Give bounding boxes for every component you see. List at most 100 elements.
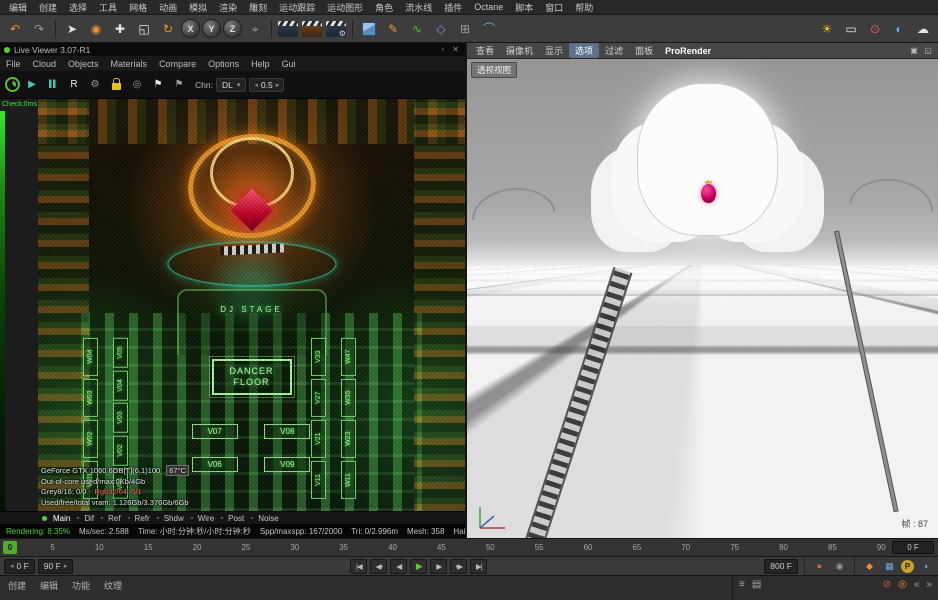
light-icon[interactable]: ☀	[816, 18, 838, 40]
menu-mograph[interactable]: 运动图形	[321, 1, 369, 14]
render-picture-viewer-button[interactable]	[301, 18, 323, 40]
floor-icon[interactable]: ▭	[840, 18, 862, 40]
channel-dropdown[interactable]: DL ▾	[216, 78, 246, 92]
document-end-field[interactable]: 800 F	[764, 559, 798, 574]
play-button[interactable]: ▶	[410, 559, 427, 574]
lv-pin-white-icon[interactable]: ⚑	[149, 76, 167, 94]
material-tab-edit[interactable]: 编辑	[40, 579, 58, 592]
menu-select[interactable]: 选择	[63, 1, 93, 14]
pass-main[interactable]: Main	[52, 514, 71, 523]
minimize-icon[interactable]: ▫	[439, 45, 446, 54]
range-end-field[interactable]: 90 F ▸	[38, 559, 74, 574]
lv-lock-resolution-icon[interactable]	[107, 76, 125, 94]
sample-spinner[interactable]: ◂ 0.5 ▸	[249, 78, 284, 92]
record-keyframe-button[interactable]: ●	[811, 559, 828, 574]
menu-motion-tracker[interactable]: 运动跟踪	[273, 1, 321, 14]
menu-script[interactable]: 脚本	[509, 1, 539, 14]
record-target-icon[interactable]: ◎	[898, 579, 907, 590]
octane-render-view[interactable]: DJ STAGE DANCER FLOOR V07 V08 V06 V09 W0…	[38, 99, 465, 511]
pass-refraction[interactable]: Refr	[122, 514, 151, 523]
panel-menu-icon[interactable]: ≡	[739, 579, 745, 590]
viewport-canvas[interactable]: 透视视图 帧 : 87	[467, 59, 938, 538]
move-tool-icon[interactable]: ✚	[109, 18, 131, 40]
spinner-right-icon[interactable]: ▸	[64, 562, 68, 570]
menu-tools[interactable]: 工具	[93, 1, 123, 14]
material-tab-create[interactable]: 创建	[8, 579, 26, 592]
spinner-left-icon[interactable]: ◂	[10, 562, 14, 570]
menu-render[interactable]: 渲染	[213, 1, 243, 14]
lv-focus-picker-icon[interactable]: ◎	[128, 76, 146, 94]
collapse-left-icon[interactable]: «	[914, 579, 920, 590]
menu-simulate[interactable]: 模拟	[183, 1, 213, 14]
x-axis-lock-button[interactable]: X	[181, 19, 200, 38]
pass-noise[interactable]: Noise	[245, 514, 279, 523]
keyframe-selection-icon[interactable]: ◆	[861, 559, 878, 574]
go-to-end-button[interactable]: ▶|	[470, 559, 487, 574]
previous-frame-button[interactable]: ◀	[390, 559, 407, 574]
vp-menu-panel[interactable]: 面板	[629, 43, 659, 58]
vp-menu-prorender[interactable]: ProRender	[659, 45, 717, 57]
spinner-left-icon[interactable]: ◂	[254, 81, 258, 89]
redo-icon[interactable]: ↷	[28, 18, 50, 40]
vp-menu-display[interactable]: 显示	[539, 43, 569, 58]
vp-menu-filter[interactable]: 过滤	[599, 43, 629, 58]
menu-character[interactable]: 角色	[369, 1, 399, 14]
vp-menu-options[interactable]: 选项	[569, 43, 599, 58]
live-viewer-titlebar[interactable]: Live Viewer 3.07-R1 ▫ ✕	[0, 43, 465, 56]
y-axis-lock-button[interactable]: Y	[202, 19, 221, 38]
pass-wire[interactable]: Wire	[185, 514, 215, 523]
lv-menu-cloud[interactable]: Cloud	[27, 59, 63, 69]
spline-primitive-icon[interactable]: ∿	[406, 18, 428, 40]
pass-diffuse[interactable]: Dif	[71, 514, 95, 523]
range-start-field[interactable]: ◂ 0 F	[4, 559, 35, 574]
environment-icon[interactable]: ☁	[912, 18, 934, 40]
autokey-button[interactable]: ◉	[831, 559, 848, 574]
pass-reflection[interactable]: Ref	[95, 514, 121, 523]
render-settings-button[interactable]: ⚙	[325, 18, 347, 40]
spinner-right-icon[interactable]: ▸	[276, 81, 280, 89]
lv-pause-icon[interactable]: ▌▌	[44, 76, 62, 94]
lv-restart-button[interactable]: R	[65, 76, 83, 94]
next-key-button[interactable]: •▶	[450, 559, 467, 574]
vp-menu-view[interactable]: 查看	[470, 43, 500, 58]
half-sphere-icon[interactable]: ◑	[917, 559, 934, 574]
lv-menu-compare[interactable]: Compare	[153, 59, 202, 69]
panel-layout-icon[interactable]: ▤	[752, 579, 761, 590]
view-label[interactable]: 透视视图	[471, 62, 517, 78]
vp-menu-cameras[interactable]: 摄像机	[500, 43, 539, 58]
menu-window[interactable]: 窗口	[539, 1, 569, 14]
lv-menu-help[interactable]: Help	[245, 59, 276, 69]
pass-shadow[interactable]: Shdw	[151, 514, 185, 523]
prorender-badge-icon[interactable]: P	[901, 560, 914, 573]
add-primitive-button[interactable]	[358, 18, 380, 40]
pass-post[interactable]: Post	[215, 514, 245, 523]
menu-help[interactable]: 帮助	[569, 1, 599, 14]
lv-menu-file[interactable]: File	[0, 59, 27, 69]
render-view-button[interactable]	[277, 18, 299, 40]
undo-icon[interactable]: ↶	[4, 18, 26, 40]
lv-menu-gui[interactable]: Gui	[276, 59, 302, 69]
menu-octane[interactable]: Octane	[468, 2, 509, 12]
lv-play-icon[interactable]: ▶	[23, 76, 41, 94]
go-to-start-button[interactable]: |◀	[350, 559, 367, 574]
record-grid-icon[interactable]: ▦	[881, 559, 898, 574]
timeline-playhead[interactable]: 0	[3, 541, 17, 554]
menu-edit[interactable]: 编辑	[3, 1, 33, 14]
lv-menu-materials[interactable]: Materials	[105, 59, 154, 69]
menu-animate[interactable]: 动画	[153, 1, 183, 14]
close-icon[interactable]: ✕	[450, 45, 461, 54]
lv-settings-gear-icon[interactable]: ⚙	[86, 76, 104, 94]
rotate-tool-icon[interactable]: ↻	[157, 18, 179, 40]
current-frame-field[interactable]: 0 F	[892, 541, 934, 554]
scale-tool-icon[interactable]: ◱	[133, 18, 155, 40]
sky-icon[interactable]: ◐	[888, 18, 910, 40]
octane-logo-icon[interactable]	[5, 77, 20, 92]
viewport-maximize-icon[interactable]: ▣	[907, 45, 921, 57]
subdivision-surface-icon[interactable]: ◇	[430, 18, 452, 40]
selection-tool-icon[interactable]: ➤	[61, 18, 83, 40]
menu-pipeline[interactable]: 流水线	[399, 1, 438, 14]
array-generator-icon[interactable]: ⊞	[454, 18, 476, 40]
menu-plugins[interactable]: 插件	[438, 1, 468, 14]
lv-menu-objects[interactable]: Objects	[62, 59, 105, 69]
menu-sculpt[interactable]: 雕刻	[243, 1, 273, 14]
